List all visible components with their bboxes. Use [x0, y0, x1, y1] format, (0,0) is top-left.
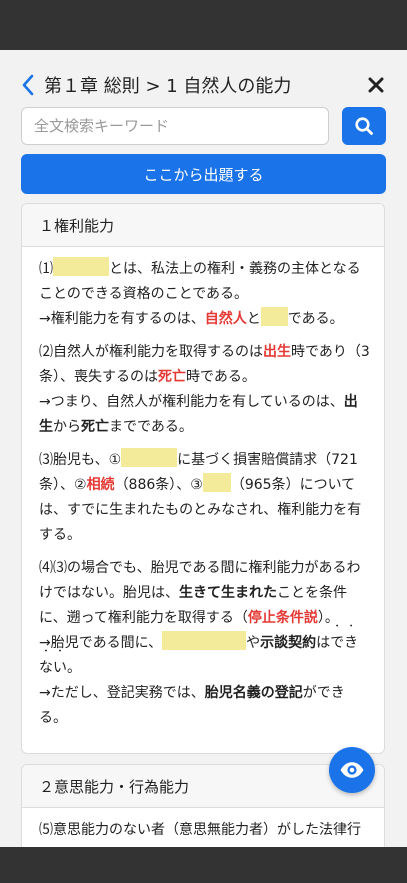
back-button[interactable] [20, 72, 36, 98]
keyword: 胎児名義の登記 [204, 685, 303, 701]
paragraph: ⑶胎児も、① に基づく損害賠償請求（721条）、②相続（886条）、③ （965条）… [39, 448, 370, 548]
text: （886条）、③ [114, 477, 203, 493]
text: ⑸意思能力のない者（意思無能力者）がした法律行 [39, 822, 361, 838]
keyword: 死亡 [81, 419, 109, 435]
text: と [246, 311, 261, 327]
keyword: 停止条件説 [247, 610, 318, 626]
text: ⑵自然人が権利能力を取得するのは [39, 344, 263, 360]
item-number: ⑴ [39, 261, 53, 277]
start-quiz-button[interactable]: ここから出題する [21, 154, 386, 194]
text: 。 [67, 660, 81, 676]
section-title: １権利能力 [22, 204, 384, 247]
search-row [21, 107, 386, 145]
emphasis-char: い [53, 660, 67, 676]
blank[interactable] [202, 473, 231, 492]
chevron-left-icon [22, 74, 34, 96]
paragraph: ⑷⑶の場合でも、胎児である間に権利能力があるわけではない。胎児は、生きて生まれた… [39, 556, 370, 731]
text: は [316, 635, 331, 651]
search-button[interactable] [342, 107, 386, 145]
page-title: 第１章 総則 > 1 自然人の能力 [44, 76, 292, 97]
text: から [53, 419, 81, 435]
search-icon [355, 117, 373, 135]
text: 時である。 [186, 369, 256, 385]
emphasis-char: な [39, 660, 53, 676]
keyword: 示談契約 [260, 635, 317, 651]
section-body: ⑴ とは、私法上の権利・義務の主体となることのできる資格のことである。 →権利能力を… [22, 247, 384, 743]
app-screen: 第１章 総則 > 1 自然人の能力 ここから出題する １権利能力 ⑴とは、私法上… [0, 50, 407, 847]
blank[interactable] [162, 631, 247, 650]
text: →ただし、登記実務では、 [39, 685, 205, 701]
paragraph: ⑸意思能力のない者（意思無能力者）がした法律行 [39, 818, 370, 843]
paragraph: ⑵自然人が権利能力を取得するのは出生時であり（3条）、喪失するのは死亡時である。… [39, 340, 370, 440]
emphasis-char: き [344, 635, 358, 651]
section-body: ⑸意思能力のない者（意思無能力者）がした法律行 [22, 808, 384, 847]
text: →つまり、自然人が権利能力を有しているのは、 [39, 394, 344, 410]
blank[interactable] [53, 257, 109, 276]
emphasis-char: で [330, 635, 344, 651]
text: や [246, 635, 261, 651]
section-card: １権利能力 ⑴ とは、私法上の権利・義務の主体となることのできる資格のことである。… [21, 203, 385, 754]
close-icon [368, 77, 384, 93]
text: までである。 [109, 419, 193, 435]
keyword: 自然人 [204, 311, 247, 327]
keyword: 死亡 [158, 369, 186, 385]
eye-icon [340, 762, 364, 778]
close-button[interactable] [364, 72, 388, 98]
keyword: 出生 [263, 344, 291, 360]
keyword: 相続 [86, 477, 115, 493]
text: ⑶胎児も、① [39, 452, 122, 468]
paragraph: ⑴ とは、私法上の権利・義務の主体となることのできる資格のことである。 →権利能力を… [39, 257, 370, 332]
navigation-bar [0, 847, 407, 883]
blank[interactable] [121, 448, 178, 467]
text: →権利能力を有するのは、 [39, 311, 205, 327]
status-bar [0, 0, 407, 50]
toggle-answers-button[interactable] [329, 747, 375, 793]
header: 第１章 総則 > 1 自然人の能力 [20, 72, 390, 98]
blank[interactable] [260, 307, 288, 326]
search-input[interactable] [21, 107, 329, 145]
text: である。 [287, 311, 344, 327]
keyword: 生きて生まれた [179, 585, 277, 601]
